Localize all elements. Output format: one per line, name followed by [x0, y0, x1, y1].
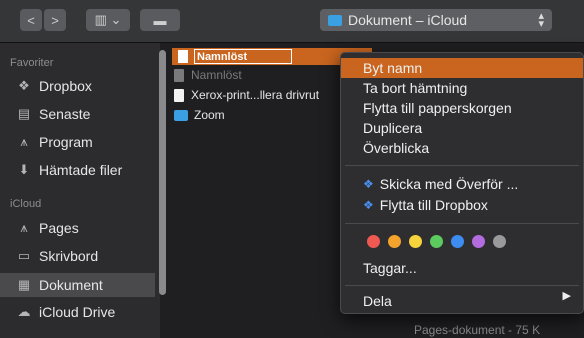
- menu-item-tags[interactable]: Taggar...: [341, 258, 583, 278]
- menu-item-quicklook[interactable]: Överblicka: [341, 138, 583, 158]
- columns-icon: ▥ ⌄: [94, 12, 122, 27]
- sidebar-item-label: Dropbox: [39, 78, 92, 94]
- folder-icon: ▬: [153, 12, 167, 28]
- dropbox-icon: ❖: [363, 177, 374, 191]
- tag-green[interactable]: [430, 235, 443, 248]
- toolbar: < > ▥ ⌄ ▬ Dokument – iCloud ▴ ▾: [0, 0, 584, 43]
- menu-item-label: Flytta till Dropbox: [379, 197, 488, 213]
- sidebar-item-label: Hämtade filer: [39, 162, 123, 178]
- sidebar-item-label: Senaste: [39, 106, 91, 122]
- sidebar-item-label: Skrivbord: [39, 248, 99, 264]
- file-label: Zoom: [194, 108, 225, 122]
- sidebar-header-icloud: iCloud: [10, 198, 42, 210]
- sidebar-item-pages[interactable]: ⩚ Pages: [16, 217, 79, 239]
- chevron-left-icon: <: [27, 12, 35, 28]
- recents-icon: ▤: [17, 106, 31, 121]
- dropbox-icon: ❖: [18, 78, 30, 93]
- path-popup[interactable]: Dokument – iCloud ▴ ▾: [320, 9, 552, 31]
- sidebar-item-downloads[interactable]: ⬇ Hämtade filer: [16, 159, 123, 181]
- sidebar-item-program[interactable]: ⩚ Program: [16, 131, 93, 153]
- tag-gray[interactable]: [493, 235, 506, 248]
- menu-separator: [345, 223, 579, 224]
- menu-item-share[interactable]: Dela: [341, 291, 583, 311]
- tag-red[interactable]: [367, 235, 380, 248]
- menu-item-duplicate[interactable]: Duplicera: [341, 118, 583, 138]
- menu-separator: [345, 285, 579, 286]
- menu-item-send-transfer[interactable]: ❖ Skicka med Överför ...: [341, 174, 583, 194]
- documents-icon: ▦: [17, 277, 31, 292]
- view-options-button[interactable]: ▥ ⌄: [86, 9, 130, 31]
- tag-blue[interactable]: [451, 235, 464, 248]
- sidebar-header-favorites: Favoriter: [10, 57, 54, 69]
- file-label: Xerox-print...llera drivrut: [191, 88, 320, 102]
- menu-separator: [345, 165, 579, 166]
- file-item[interactable]: Namnlöst: [174, 66, 242, 84]
- file-label: Namnlöst: [191, 68, 242, 82]
- path-label: Dokument – iCloud: [348, 12, 468, 28]
- folder-icon: [328, 14, 342, 26]
- back-button[interactable]: <: [20, 9, 42, 31]
- chevron-right-icon: ▶: [562, 290, 571, 302]
- forward-button[interactable]: >: [44, 9, 66, 31]
- sidebar: Favoriter ❖ Dropbox ▤ Senaste ⩚ Program ⬇ Hä…: [0, 43, 160, 338]
- chevron-right-icon: >: [51, 12, 59, 28]
- preview-kind-size: Pages-dokument - 75 K: [414, 323, 541, 337]
- dropbox-icon: ❖: [363, 198, 374, 212]
- sidebar-item-label: Dokument: [39, 277, 103, 293]
- folder-icon: [174, 109, 188, 121]
- sidebar-item-senaste[interactable]: ▤ Senaste: [16, 103, 91, 125]
- context-menu: Byt namn Ta bort hämtning Flytta till pa…: [340, 52, 584, 314]
- menu-item-rename[interactable]: Byt namn: [341, 58, 583, 78]
- action-button[interactable]: ▬: [140, 9, 180, 31]
- file-item[interactable]: Xerox-print...llera drivrut: [174, 86, 319, 104]
- menu-item-remove-download[interactable]: Ta bort hämtning: [341, 78, 583, 98]
- tag-yellow[interactable]: [409, 235, 422, 248]
- document-icon: [174, 68, 184, 82]
- tag-colors: [367, 235, 506, 248]
- tag-orange[interactable]: [388, 235, 401, 248]
- folder-item[interactable]: Zoom: [174, 106, 225, 124]
- menu-item-label: Skicka med Överför ...: [379, 176, 519, 192]
- sidebar-item-label: Pages: [39, 220, 79, 236]
- sidebar-item-label: Program: [39, 134, 93, 150]
- downloads-icon: ⬇: [18, 162, 30, 177]
- sidebar-item-skrivbord[interactable]: ▭ Skrivbord: [16, 245, 98, 267]
- sidebar-item-dokument[interactable]: ▦ Dokument: [0, 273, 155, 297]
- applications-icon: ⩚: [20, 134, 28, 149]
- rename-input[interactable]: [194, 49, 292, 64]
- stepper-icon: ▴ ▾: [538, 10, 544, 30]
- menu-item-move-to-dropbox[interactable]: ❖ Flytta till Dropbox: [341, 195, 583, 215]
- sidebar-item-icloud-drive[interactable]: ☁ iCloud Drive: [16, 301, 116, 323]
- pages-icon: ⩚: [20, 220, 28, 235]
- document-icon: [174, 88, 184, 102]
- menu-item-move-to-trash[interactable]: Flytta till papperskorgen: [341, 98, 583, 118]
- icloud-icon: ☁: [17, 304, 31, 319]
- tag-purple[interactable]: [472, 235, 485, 248]
- sidebar-scrollbar[interactable]: [159, 50, 166, 295]
- sidebar-item-label: iCloud Drive: [39, 304, 116, 320]
- document-icon: [178, 50, 188, 63]
- desktop-icon: ▭: [17, 248, 31, 263]
- sidebar-item-dropbox[interactable]: ❖ Dropbox: [16, 75, 92, 97]
